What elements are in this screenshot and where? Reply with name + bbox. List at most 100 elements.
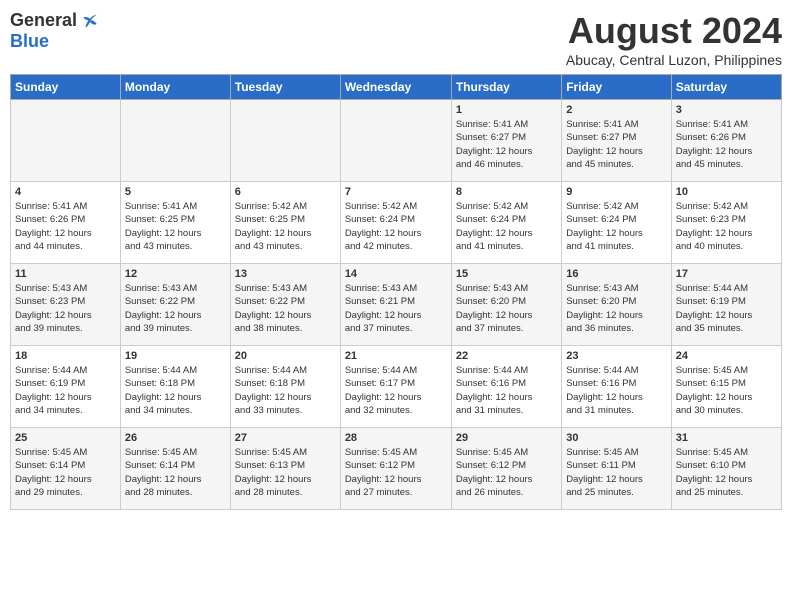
- table-row: 12Sunrise: 5:43 AM Sunset: 6:22 PM Dayli…: [120, 264, 230, 346]
- table-row: 9Sunrise: 5:42 AM Sunset: 6:24 PM Daylig…: [562, 182, 671, 264]
- day-info: Sunrise: 5:41 AM Sunset: 6:26 PM Dayligh…: [676, 118, 777, 171]
- table-row: 7Sunrise: 5:42 AM Sunset: 6:24 PM Daylig…: [340, 182, 451, 264]
- day-number: 18: [15, 350, 116, 362]
- day-info: Sunrise: 5:41 AM Sunset: 6:27 PM Dayligh…: [456, 118, 557, 171]
- day-number: 31: [676, 432, 777, 444]
- day-info: Sunrise: 5:44 AM Sunset: 6:16 PM Dayligh…: [566, 364, 666, 417]
- day-info: Sunrise: 5:42 AM Sunset: 6:24 PM Dayligh…: [456, 200, 557, 253]
- header-tuesday: Tuesday: [230, 75, 340, 100]
- calendar-week-row: 4Sunrise: 5:41 AM Sunset: 6:26 PM Daylig…: [11, 182, 782, 264]
- calendar-body: 1 Sunrise: 5:41 AM Sunset: 6:27 PM Daylig…: [11, 100, 782, 510]
- day-number: 16: [566, 268, 666, 280]
- table-row: 11 Sunrise: 5:43 AM Sunset: 6:23 PM Dayli…: [11, 264, 121, 346]
- table-row: 13 Sunrise: 5:43 AM Sunset: 6:22 PM Dayli…: [230, 264, 340, 346]
- table-row: 25 Sunrise: 5:45 AM Sunset: 6:14 PM Dayli…: [11, 428, 121, 510]
- day-info: Sunrise: 5:45 AM Sunset: 6:10 PM Dayligh…: [676, 446, 777, 499]
- logo-bird-icon: [81, 12, 99, 30]
- day-number: 30: [566, 432, 666, 444]
- day-info: Sunrise: 5:45 AM Sunset: 6:14 PM Dayligh…: [125, 446, 226, 499]
- day-info: Sunrise: 5:44 AM Sunset: 6:16 PM Dayligh…: [456, 364, 557, 417]
- day-number: 6: [235, 186, 336, 198]
- page-header: General Blue August 2024 Abucay, Central…: [10, 10, 782, 68]
- table-row: 28 Sunrise: 5:45 AM Sunset: 6:12 PM Dayli…: [340, 428, 451, 510]
- day-info: Sunrise: 5:43 AM Sunset: 6:22 PM Dayligh…: [235, 282, 336, 335]
- calendar-week-row: 11 Sunrise: 5:43 AM Sunset: 6:23 PM Dayli…: [11, 264, 782, 346]
- day-number: 3: [676, 104, 777, 116]
- day-number: 23: [566, 350, 666, 362]
- day-info: Sunrise: 5:45 AM Sunset: 6:14 PM Dayligh…: [15, 446, 116, 499]
- title-section: August 2024 Abucay, Central Luzon, Phili…: [566, 10, 782, 68]
- table-row: 8Sunrise: 5:42 AM Sunset: 6:24 PM Daylig…: [451, 182, 561, 264]
- day-info: Sunrise: 5:43 AM Sunset: 6:22 PM Dayligh…: [125, 282, 226, 335]
- day-number: 25: [15, 432, 116, 444]
- day-number: 4: [15, 186, 116, 198]
- table-row: 22 Sunrise: 5:44 AM Sunset: 6:16 PM Dayli…: [451, 346, 561, 428]
- day-number: 26: [125, 432, 226, 444]
- day-number: 27: [235, 432, 336, 444]
- table-row: 15 Sunrise: 5:43 AM Sunset: 6:20 PM Dayli…: [451, 264, 561, 346]
- table-row: 31 Sunrise: 5:45 AM Sunset: 6:10 PM Dayli…: [671, 428, 781, 510]
- header-thursday: Thursday: [451, 75, 561, 100]
- header-saturday: Saturday: [671, 75, 781, 100]
- day-info: Sunrise: 5:42 AM Sunset: 6:24 PM Dayligh…: [345, 200, 447, 253]
- day-number: 10: [676, 186, 777, 198]
- day-info: Sunrise: 5:45 AM Sunset: 6:11 PM Dayligh…: [566, 446, 666, 499]
- table-row: 17Sunrise: 5:44 AM Sunset: 6:19 PM Dayli…: [671, 264, 781, 346]
- table-row: 19 Sunrise: 5:44 AM Sunset: 6:18 PM Dayli…: [120, 346, 230, 428]
- day-number: 20: [235, 350, 336, 362]
- day-number: 1: [456, 104, 557, 116]
- day-info: Sunrise: 5:43 AM Sunset: 6:20 PM Dayligh…: [566, 282, 666, 335]
- day-number: 28: [345, 432, 447, 444]
- day-info: Sunrise: 5:44 AM Sunset: 6:19 PM Dayligh…: [15, 364, 116, 417]
- table-row: 29Sunrise: 5:45 AM Sunset: 6:12 PM Dayli…: [451, 428, 561, 510]
- day-info: Sunrise: 5:43 AM Sunset: 6:21 PM Dayligh…: [345, 282, 447, 335]
- day-number: 15: [456, 268, 557, 280]
- day-info: Sunrise: 5:41 AM Sunset: 6:25 PM Dayligh…: [125, 200, 226, 253]
- day-number: 22: [456, 350, 557, 362]
- calendar-week-row: 25 Sunrise: 5:45 AM Sunset: 6:14 PM Dayli…: [11, 428, 782, 510]
- day-info: Sunrise: 5:45 AM Sunset: 6:12 PM Dayligh…: [456, 446, 557, 499]
- day-number: 24: [676, 350, 777, 362]
- logo-general-text: General: [10, 10, 77, 31]
- day-number: 21: [345, 350, 447, 362]
- day-number: 2: [566, 104, 666, 116]
- day-info: Sunrise: 5:42 AM Sunset: 6:23 PM Dayligh…: [676, 200, 777, 253]
- day-info: Sunrise: 5:45 AM Sunset: 6:12 PM Dayligh…: [345, 446, 447, 499]
- table-row: 18 Sunrise: 5:44 AM Sunset: 6:19 PM Dayli…: [11, 346, 121, 428]
- table-row: 3 Sunrise: 5:41 AM Sunset: 6:26 PM Daylig…: [671, 100, 781, 182]
- header-wednesday: Wednesday: [340, 75, 451, 100]
- day-info: Sunrise: 5:44 AM Sunset: 6:18 PM Dayligh…: [235, 364, 336, 417]
- day-info: Sunrise: 5:42 AM Sunset: 6:24 PM Dayligh…: [566, 200, 666, 253]
- table-row: 5 Sunrise: 5:41 AM Sunset: 6:25 PM Daylig…: [120, 182, 230, 264]
- header-monday: Monday: [120, 75, 230, 100]
- table-row: 23 Sunrise: 5:44 AM Sunset: 6:16 PM Dayli…: [562, 346, 671, 428]
- day-info: Sunrise: 5:43 AM Sunset: 6:23 PM Dayligh…: [15, 282, 116, 335]
- day-info: Sunrise: 5:44 AM Sunset: 6:17 PM Dayligh…: [345, 364, 447, 417]
- day-number: 19: [125, 350, 226, 362]
- table-row: 24Sunrise: 5:45 AM Sunset: 6:15 PM Dayli…: [671, 346, 781, 428]
- table-row: [120, 100, 230, 182]
- table-row: 21 Sunrise: 5:44 AM Sunset: 6:17 PM Dayli…: [340, 346, 451, 428]
- calendar-header: Sunday Monday Tuesday Wednesday Thursday…: [11, 75, 782, 100]
- table-row: [340, 100, 451, 182]
- table-row: 6Sunrise: 5:42 AM Sunset: 6:25 PM Daylig…: [230, 182, 340, 264]
- table-row: [11, 100, 121, 182]
- table-row: 1 Sunrise: 5:41 AM Sunset: 6:27 PM Daylig…: [451, 100, 561, 182]
- day-info: Sunrise: 5:41 AM Sunset: 6:27 PM Dayligh…: [566, 118, 666, 171]
- header-friday: Friday: [562, 75, 671, 100]
- day-info: Sunrise: 5:44 AM Sunset: 6:18 PM Dayligh…: [125, 364, 226, 417]
- table-row: 27Sunrise: 5:45 AM Sunset: 6:13 PM Dayli…: [230, 428, 340, 510]
- day-number: 13: [235, 268, 336, 280]
- day-number: 5: [125, 186, 226, 198]
- table-row: 2 Sunrise: 5:41 AM Sunset: 6:27 PM Daylig…: [562, 100, 671, 182]
- table-row: 4Sunrise: 5:41 AM Sunset: 6:26 PM Daylig…: [11, 182, 121, 264]
- table-row: 16 Sunrise: 5:43 AM Sunset: 6:20 PM Dayli…: [562, 264, 671, 346]
- header-row: Sunday Monday Tuesday Wednesday Thursday…: [11, 75, 782, 100]
- table-row: 30 Sunrise: 5:45 AM Sunset: 6:11 PM Dayli…: [562, 428, 671, 510]
- day-info: Sunrise: 5:43 AM Sunset: 6:20 PM Dayligh…: [456, 282, 557, 335]
- table-row: 14Sunrise: 5:43 AM Sunset: 6:21 PM Dayli…: [340, 264, 451, 346]
- header-sunday: Sunday: [11, 75, 121, 100]
- table-row: 10 Sunrise: 5:42 AM Sunset: 6:23 PM Dayli…: [671, 182, 781, 264]
- table-row: [230, 100, 340, 182]
- day-number: 11: [15, 268, 116, 280]
